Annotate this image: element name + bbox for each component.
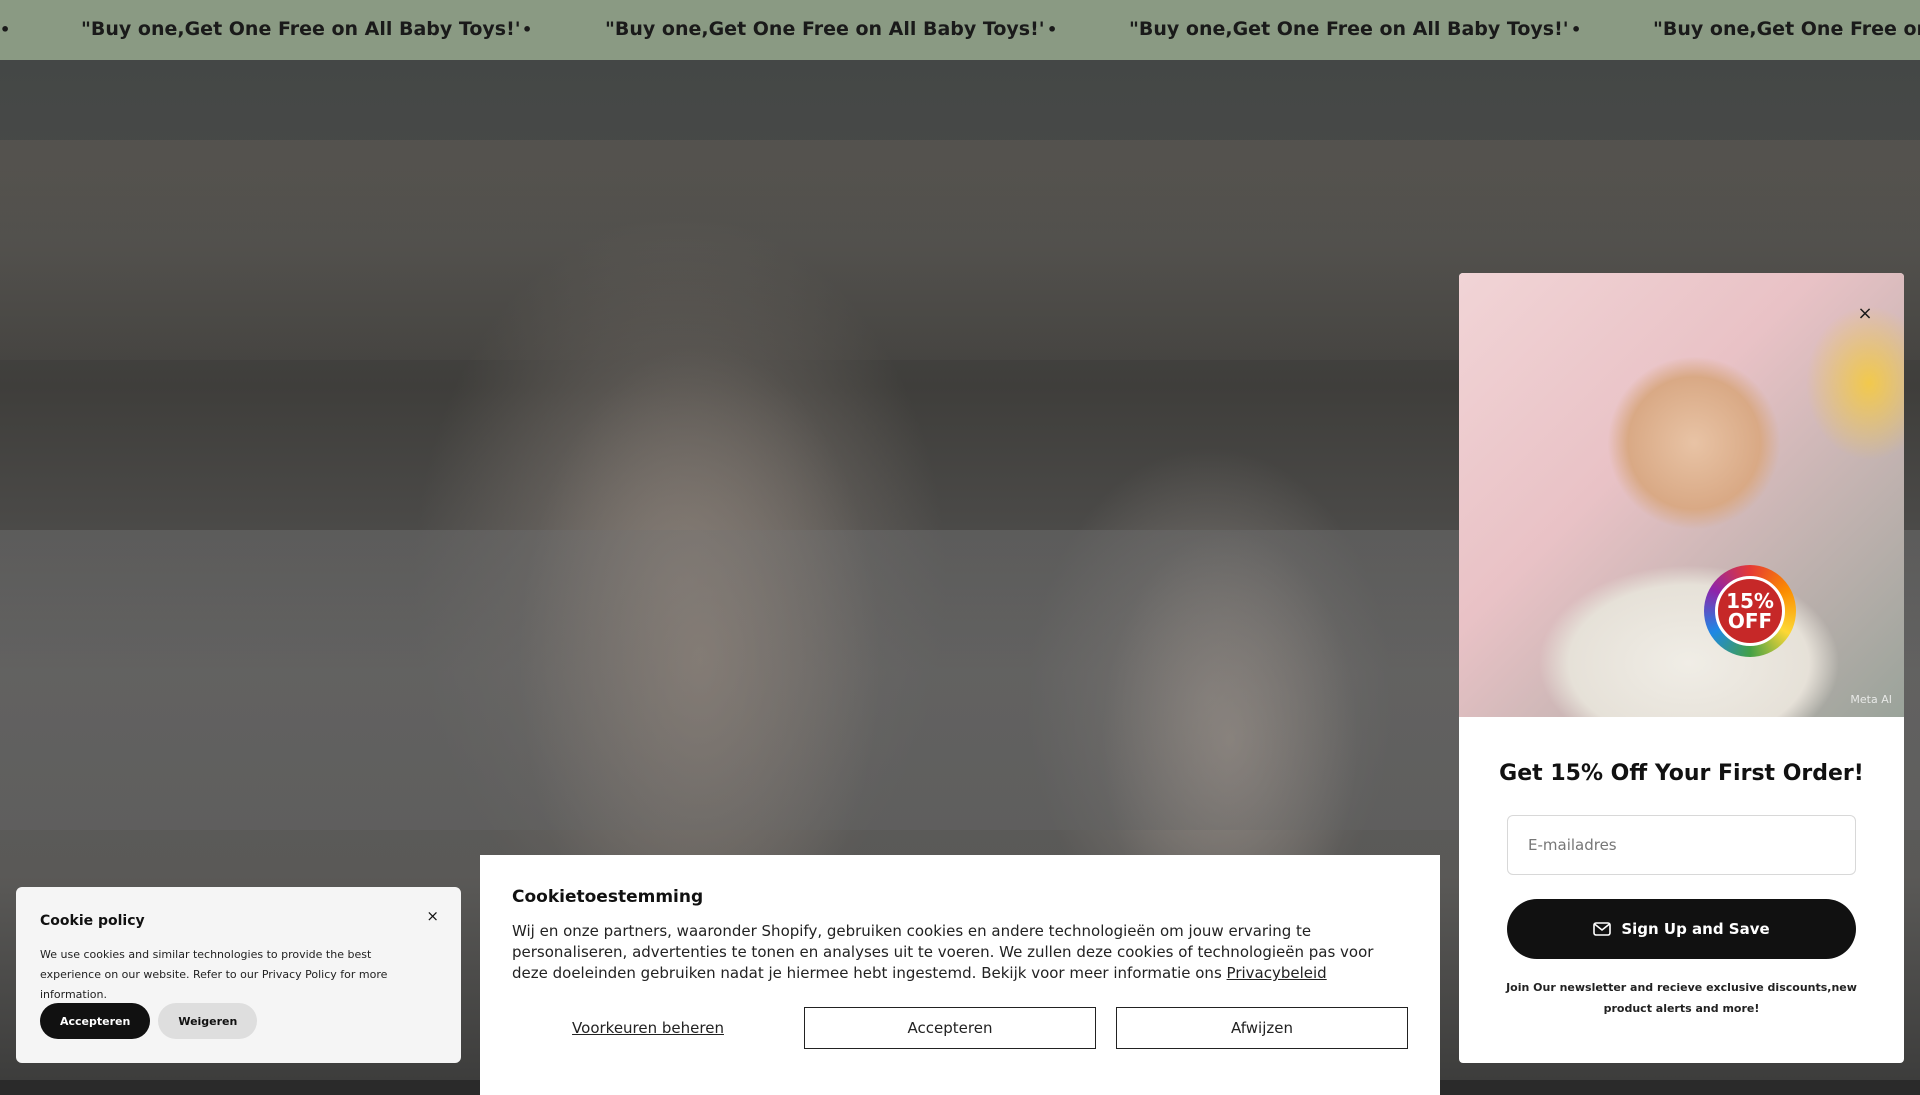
consent-text: Wij en onze partners, waaronder Shopify,…	[512, 921, 1392, 984]
policy-accept-button[interactable]: Accepteren	[40, 1003, 151, 1039]
consent-actions: Voorkeuren beheren Accepteren Afwijzen	[512, 1007, 1408, 1049]
discount-badge-inner: 15% OFF	[1715, 576, 1785, 646]
cookie-policy-card: Cookie policy × We use cookies and simil…	[16, 887, 461, 1063]
policy-decline-button[interactable]: Weigeren	[158, 1003, 258, 1039]
privacy-policy-link[interactable]: Privacybeleid	[1227, 964, 1327, 982]
discount-badge: 15% OFF	[1704, 565, 1796, 657]
policy-text: We use cookies and similar technologies …	[40, 948, 388, 1001]
popup-title: Get 15% Off Your First Order!	[1499, 761, 1864, 786]
policy-close-icon[interactable]: ×	[426, 907, 439, 925]
popup-footer-text: Join Our newsletter and recieve exclusiv…	[1506, 981, 1857, 1015]
mail-icon	[1593, 922, 1612, 936]
newsletter-popup: 15% OFF Meta AI × Get 15% Off Your First…	[1459, 273, 1904, 1063]
announcement-text[interactable]: "Buy one,Get One Free on All Baby Toys!'	[605, 18, 1045, 40]
consent-title: Cookietoestemming	[512, 887, 704, 907]
consent-accept-button[interactable]: Accepteren	[804, 1007, 1096, 1049]
manage-preferences-button[interactable]: Voorkeuren beheren	[512, 1007, 784, 1049]
announcement-text[interactable]: "Buy one,Get One Free on All Baby Toys!'	[1653, 18, 1920, 40]
popup-baby-image: 15% OFF Meta AI	[1459, 273, 1904, 717]
announcement-text[interactable]: "Buy one,Get One Free on All Baby Toys!'	[81, 18, 521, 40]
badge-off: OFF	[1727, 609, 1773, 633]
policy-actions: Accepteren Weigeren	[40, 1003, 258, 1039]
announcement-text[interactable]: "Buy one,Get One Free on All Baby Toys!'	[1129, 18, 1569, 40]
sign-up-button[interactable]: Sign Up and Save	[1507, 899, 1856, 959]
sign-up-label: Sign Up and Save	[1621, 920, 1770, 938]
image-credit: Meta AI	[1850, 693, 1892, 706]
policy-title: Cookie policy	[40, 913, 145, 929]
announcement-bar: • "Buy one,Get One Free on All Baby Toys…	[0, 0, 1920, 60]
badge-percent: 15%	[1726, 589, 1774, 613]
cookie-consent-banner: Cookietoestemming Wij en onze partners, …	[480, 855, 1440, 1095]
popup-close-icon[interactable]: ×	[1854, 303, 1876, 325]
email-input[interactable]	[1507, 815, 1856, 875]
consent-decline-button[interactable]: Afwijzen	[1116, 1007, 1408, 1049]
